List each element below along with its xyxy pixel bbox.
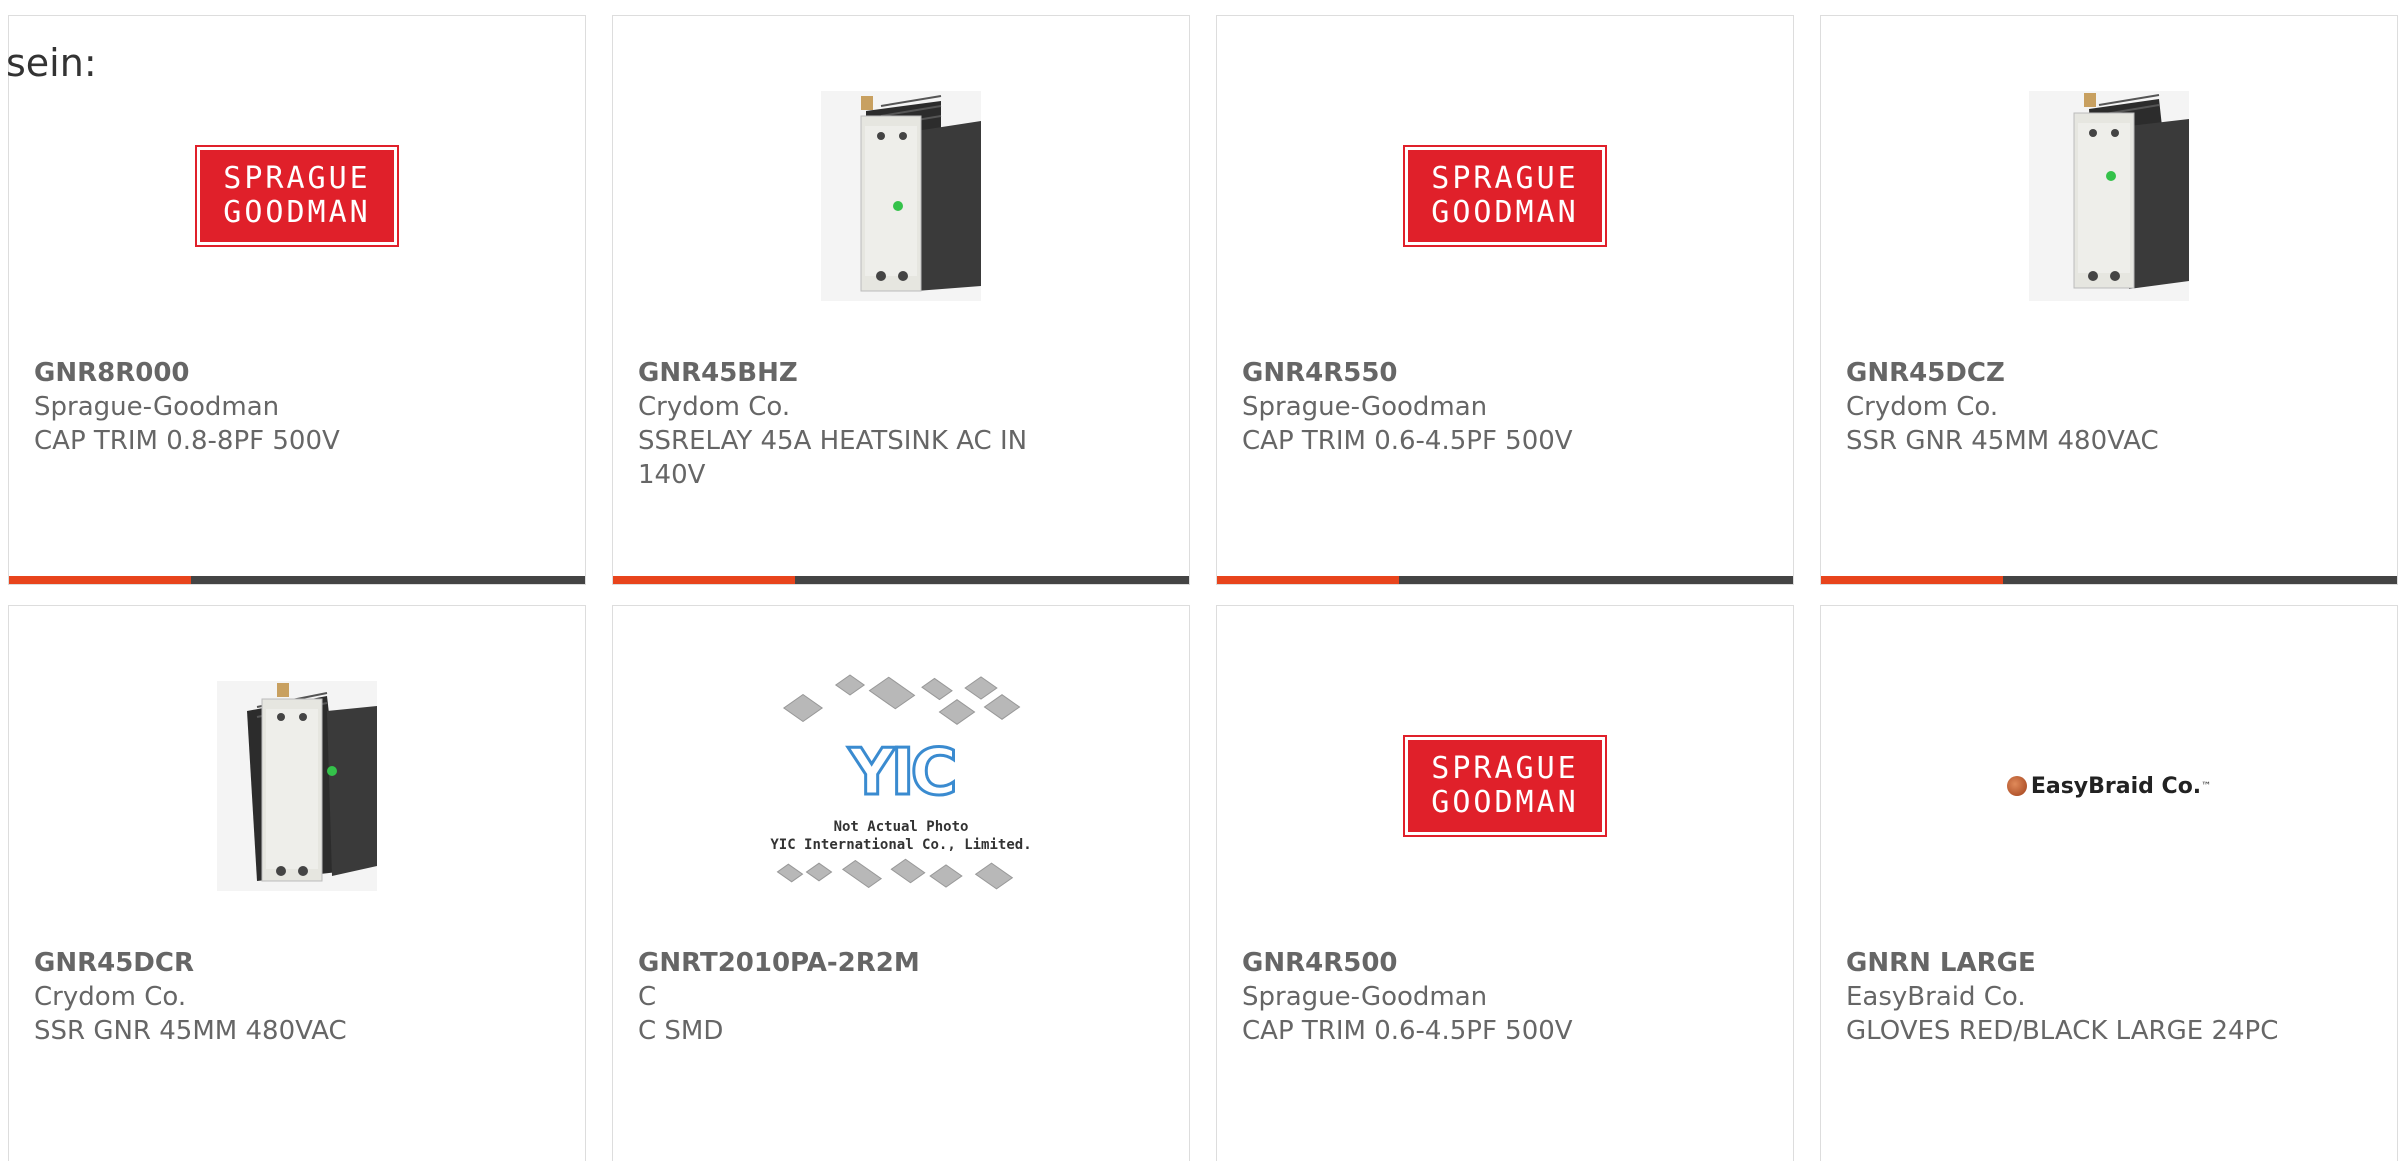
part-number-link[interactable]: GNRT2010PA-2R2M — [638, 946, 1164, 980]
description: GLOVES RED/BLACK LARGE 24PC — [1846, 1016, 2279, 1046]
logo-line: SPRAGUE — [1431, 751, 1579, 786]
product-info: GNR45DCZ Crydom Co. SSR GNR 45MM 480VAC — [1846, 356, 2372, 458]
product-info: GNR4R500 Sprague-Goodman CAP TRIM 0.6-4.… — [1242, 946, 1768, 1048]
sprague-goodman-logo: SPRAGUE GOODMAN — [195, 145, 399, 247]
product-card[interactable]: EasyBraid Co. ™ GNRN LARGE EasyBraid Co. … — [1820, 605, 2398, 1161]
product-image[interactable]: SPRAGUE GOODMAN — [1217, 76, 1793, 316]
easybraid-logo: EasyBraid Co. ™ — [2006, 773, 2212, 799]
logo-text: EasyBraid Co. — [2030, 773, 2202, 799]
manufacturer: EasyBraid Co. — [1846, 982, 2026, 1012]
yic-placeholder-image: YIC Not Actual Photo YIC International C… — [766, 666, 1036, 906]
logo-line: SPRAGUE — [223, 161, 371, 196]
logo-line: GOODMAN — [1431, 785, 1579, 820]
chip-shape — [974, 862, 1014, 890]
product-image[interactable] — [1821, 76, 2397, 316]
part-number-link[interactable]: GNR4R500 — [1242, 946, 1768, 980]
product-image[interactable]: EasyBraid Co. ™ — [1821, 666, 2397, 906]
intro-text: sein: — [6, 41, 97, 85]
logo-line: GOODMAN — [1431, 195, 1579, 230]
product-card[interactable]: GNR45BHZ Crydom Co. SSRELAY 45A HEATSINK… — [612, 15, 1190, 585]
part-number-link[interactable]: GNR8R000 — [34, 356, 560, 390]
product-image[interactable]: SPRAGUE GOODMAN — [1217, 666, 1793, 906]
product-card[interactable]: SPRAGUE GOODMAN GNR8R000 Sprague-Goodman… — [8, 15, 586, 585]
part-number-link[interactable]: GNRN LARGE — [1846, 946, 2372, 980]
chip-shape — [805, 862, 833, 882]
caption-line: Not Actual Photo — [833, 819, 969, 835]
description: SSRELAY 45A HEATSINK AC IN 140V — [638, 426, 1028, 490]
yic-brand: YIC — [847, 735, 959, 812]
description: CAP TRIM 0.6-4.5PF 500V — [1242, 426, 1573, 456]
solid-state-relay-photo — [217, 681, 377, 891]
logo-line: GOODMAN — [223, 195, 371, 230]
product-card[interactable]: SPRAGUE GOODMAN GNR4R550 Sprague-Goodman… — [1216, 15, 1794, 585]
chip-shape — [776, 863, 804, 883]
product-image[interactable]: SPRAGUE GOODMAN — [9, 76, 585, 316]
trademark-mark: ™ — [2201, 780, 2212, 792]
card-footer-bar — [9, 576, 585, 584]
solid-state-relay-photo — [2029, 91, 2189, 301]
card-footer-accent — [9, 576, 191, 584]
sprague-goodman-logo: SPRAGUE GOODMAN — [1403, 735, 1607, 837]
manufacturer: Crydom Co. — [1846, 392, 1999, 422]
card-footer-bar — [613, 576, 1189, 584]
easybraid-dot-icon — [2006, 776, 2027, 796]
card-footer-bar — [1821, 576, 2397, 584]
part-number-link[interactable]: GNR45DCR — [34, 946, 560, 980]
product-card[interactable]: YIC Not Actual Photo YIC International C… — [612, 605, 1190, 1161]
description: C SMD — [638, 1016, 724, 1046]
part-number-link[interactable]: GNR45DCZ — [1846, 356, 2372, 390]
description: SSR GNR 45MM 480VAC — [1846, 426, 2159, 456]
chip-shape — [983, 694, 1021, 720]
product-info: GNR45BHZ Crydom Co. SSRELAY 45A HEATSINK… — [638, 356, 1164, 492]
product-card[interactable]: GNR45DCZ Crydom Co. SSR GNR 45MM 480VAC — [1820, 15, 2398, 585]
description: CAP TRIM 0.8-8PF 500V — [34, 426, 340, 456]
chip-shape — [938, 699, 976, 725]
chip-shape — [835, 674, 865, 696]
product-image[interactable] — [613, 76, 1189, 316]
card-footer-accent — [1821, 576, 2003, 584]
description: CAP TRIM 0.6-4.5PF 500V — [1242, 1016, 1573, 1046]
placeholder-caption: Not Actual Photo YIC International Co., … — [766, 818, 1036, 854]
logo-line: SPRAGUE — [1431, 161, 1579, 196]
manufacturer: Sprague-Goodman — [34, 392, 280, 422]
part-number-link[interactable]: GNR4R550 — [1242, 356, 1768, 390]
card-footer-accent — [613, 576, 795, 584]
caption-line: YIC International Co., Limited. — [770, 837, 1032, 853]
product-card[interactable]: SPRAGUE GOODMAN GNR4R500 Sprague-Goodman… — [1216, 605, 1794, 1161]
chip-shape — [783, 694, 823, 722]
product-image[interactable] — [9, 666, 585, 906]
chip-shape — [842, 860, 882, 888]
manufacturer: Sprague-Goodman — [1242, 982, 1488, 1012]
manufacturer: Crydom Co. — [638, 392, 791, 422]
card-footer-bar — [1217, 576, 1793, 584]
chip-shape — [890, 858, 926, 884]
product-info: GNRN LARGE EasyBraid Co. GLOVES RED/BLAC… — [1846, 946, 2372, 1048]
manufacturer: Sprague-Goodman — [1242, 392, 1488, 422]
part-number-link[interactable]: GNR45BHZ — [638, 356, 1164, 390]
chip-shape — [868, 676, 916, 710]
product-info: GNR45DCR Crydom Co. SSR GNR 45MM 480VAC — [34, 946, 560, 1048]
chip-shape — [921, 677, 953, 701]
solid-state-relay-photo — [821, 91, 981, 301]
manufacturer: C — [638, 982, 657, 1012]
product-info: GNR8R000 Sprague-Goodman CAP TRIM 0.8-8P… — [34, 356, 560, 458]
product-card[interactable]: GNR45DCR Crydom Co. SSR GNR 45MM 480VAC — [8, 605, 586, 1161]
product-info: GNRT2010PA-2R2M C C SMD — [638, 946, 1164, 1048]
product-info: GNR4R550 Sprague-Goodman CAP TRIM 0.6-4.… — [1242, 356, 1768, 458]
chip-shape — [929, 864, 963, 888]
chip-shape — [964, 676, 998, 700]
product-grid-page: sein: SPRAGUE GOODMAN GNR8R000 Sprague-G… — [0, 0, 2400, 1161]
card-footer-accent — [1217, 576, 1399, 584]
description: SSR GNR 45MM 480VAC — [34, 1016, 347, 1046]
sprague-goodman-logo: SPRAGUE GOODMAN — [1403, 145, 1607, 247]
manufacturer: Crydom Co. — [34, 982, 187, 1012]
product-image[interactable]: YIC Not Actual Photo YIC International C… — [613, 666, 1189, 906]
